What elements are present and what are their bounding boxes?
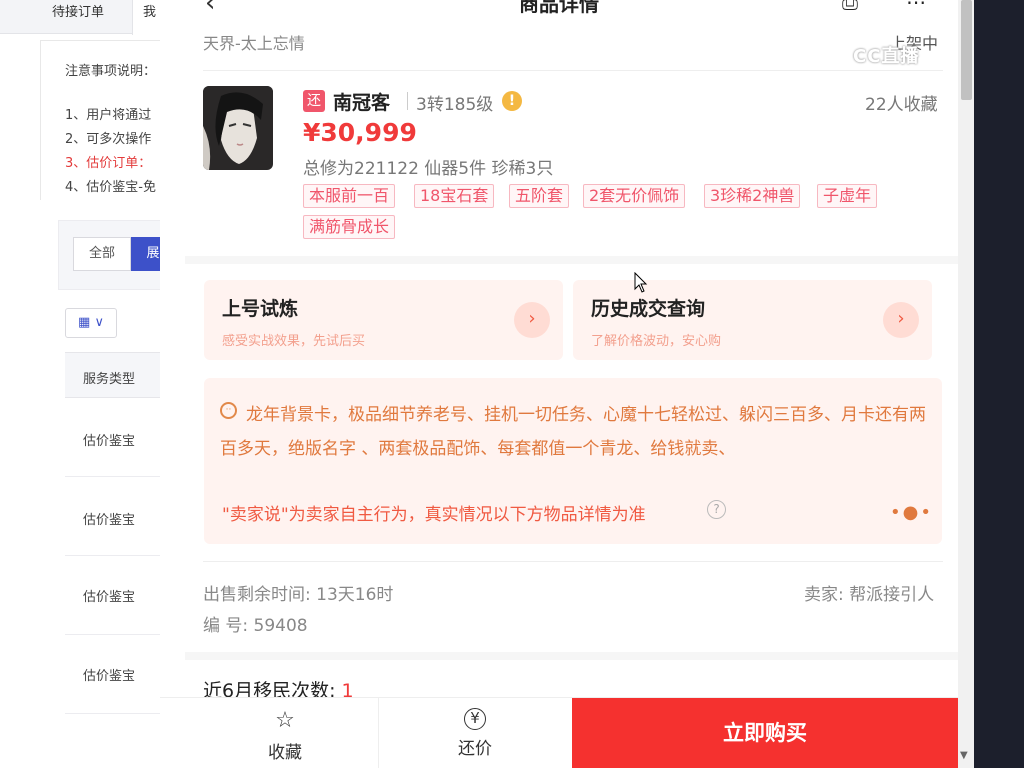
bg-notice-item: 4、估价鉴宝-免 bbox=[65, 180, 156, 195]
separator bbox=[378, 698, 379, 768]
mouse-cursor-icon bbox=[634, 272, 648, 293]
favorite-button[interactable]: ☆ 收藏 bbox=[240, 698, 330, 768]
favorite-label: 收藏 bbox=[268, 743, 302, 763]
favorite-count: 22人收藏 bbox=[865, 95, 938, 115]
rebate-badge: 还 bbox=[303, 90, 325, 112]
star-icon: ☆ bbox=[275, 708, 295, 733]
chevron-right-icon[interactable]: › bbox=[883, 302, 919, 338]
bg-cell: 估价鉴宝 bbox=[83, 669, 136, 684]
character-avatar bbox=[203, 86, 273, 170]
history-card-title: 历史成交查询 bbox=[591, 298, 706, 320]
feature-tag: 18宝石套 bbox=[414, 184, 495, 208]
chevron-right-icon[interactable]: › bbox=[514, 302, 550, 338]
bargain-label: 还价 bbox=[458, 739, 492, 759]
share-icon[interactable]: ⎙ bbox=[842, 0, 858, 14]
product-detail-modal: ‹ 商品详情 ⎙ ⋯ 天界-太上忘情 上架中 CC直播 还 南冠客 3转185级… bbox=[160, 0, 974, 768]
more-icon[interactable]: ⋯ bbox=[906, 0, 926, 14]
section-divider bbox=[185, 256, 958, 264]
buy-now-button[interactable]: 立即购买 bbox=[572, 698, 958, 768]
seller-says-box: ·· 龙年背景卡，极品细节养老号、挂机一切任务、心魔十七轻松过、躲闪三百多、月卡… bbox=[204, 378, 942, 544]
background-tab-bar: 待接订单 我 bbox=[0, 0, 175, 36]
seller-name: 卖家: 帮派接引人 bbox=[804, 585, 935, 605]
character-stats: 总修为221122 仙器5件 珍稀3只 bbox=[303, 159, 554, 179]
trial-card[interactable]: 上号试炼 感受实战效果，先试后买 › bbox=[204, 280, 563, 360]
modal-header: ‹ 商品详情 ⎙ ⋯ bbox=[160, 0, 958, 20]
price: ¥30,999 bbox=[303, 118, 417, 147]
bg-notice-title: 注意事项说明： bbox=[65, 64, 157, 79]
bg-notice-item: 1、用户将通过 bbox=[65, 108, 152, 123]
bg-column-header: 服务类型 bbox=[83, 372, 136, 387]
yen-coin-icon: ¥ bbox=[464, 708, 486, 730]
seller-disclaimer: "卖家说"为卖家自主行为，真实情况以下方物品详情为准 bbox=[222, 505, 646, 525]
feature-tag: 五阶套 bbox=[509, 184, 570, 208]
server-name: 天界-太上忘情 bbox=[203, 34, 305, 53]
bottom-action-bar: ☆ 收藏 ¥ 还价 立即购买 bbox=[160, 697, 958, 768]
history-price-card[interactable]: 历史成交查询 了解价格波动，安心购 › bbox=[573, 280, 932, 360]
trial-card-subtitle: 感受实战效果，先试后买 bbox=[222, 334, 366, 349]
stream-watermark: CC直播 bbox=[853, 46, 920, 67]
bg-cell: 估价鉴宝 bbox=[83, 513, 136, 528]
bg-table-row: 估价鉴宝 bbox=[65, 477, 175, 556]
bg-notice-item: 3、估价订单： bbox=[65, 156, 152, 171]
feature-tag: 2套无价佩饰 bbox=[583, 184, 686, 208]
background-admin-page: 待接订单 我 注意事项说明： 1、用户将通过 2、可多次操作 3、估价订单： 4… bbox=[0, 0, 175, 768]
bg-cell: 估价鉴宝 bbox=[83, 434, 136, 449]
remaining-time: 出售剩余时间: 13天16时 bbox=[203, 585, 394, 605]
bg-notice-item: 2、可多次操作 bbox=[65, 132, 152, 147]
character-level: 3转185级 bbox=[416, 95, 494, 115]
feature-tag: 子虚年 bbox=[817, 184, 878, 208]
bargain-button[interactable]: ¥ 还价 bbox=[430, 698, 520, 768]
trial-card-title: 上号试炼 bbox=[222, 298, 299, 320]
bg-table-row: 估价鉴宝 bbox=[65, 398, 175, 477]
separator bbox=[407, 92, 408, 110]
scroll-down-icon[interactable]: ▼ bbox=[960, 750, 968, 761]
character-name: 南冠客 bbox=[333, 92, 391, 114]
history-card-subtitle: 了解价格波动，安心购 bbox=[591, 334, 722, 349]
carousel-dots-icon: •●• bbox=[890, 502, 933, 523]
character-portrait-image bbox=[203, 86, 273, 170]
screen: 待接订单 我 注意事项说明： 1、用户将通过 2、可多次操作 3、估价订单： 4… bbox=[0, 0, 1024, 768]
scrollbar[interactable] bbox=[958, 0, 974, 768]
seller-description: 龙年背景卡，极品细节养老号、挂机一切任务、心魔十七轻松过、躲闪三百多、月卡还有两… bbox=[220, 405, 926, 459]
listing-number: 编 号: 59408 bbox=[203, 616, 308, 636]
feature-tag: 满筋骨成长 bbox=[303, 215, 396, 239]
bg-cell: 估价鉴宝 bbox=[83, 590, 136, 605]
help-icon[interactable]: ? bbox=[707, 500, 726, 519]
bg-table-header: 服务类型 bbox=[65, 352, 175, 398]
divider bbox=[203, 70, 943, 71]
warning-icon[interactable]: ! bbox=[502, 91, 522, 111]
divider bbox=[203, 561, 943, 562]
section-divider bbox=[185, 652, 958, 660]
scrollbar-thumb[interactable] bbox=[961, 0, 972, 100]
bg-tab-pending-orders[interactable]: 待接订单 bbox=[52, 2, 104, 36]
bg-table-row: 估价鉴宝 bbox=[65, 635, 175, 714]
feature-tag: 3珍稀2神兽 bbox=[704, 184, 801, 208]
page-title: 商品详情 bbox=[519, 0, 599, 16]
bg-grid-toggle-icon[interactable]: ▦ ∨ bbox=[65, 308, 117, 338]
feature-tag: 本服前一百 bbox=[303, 184, 396, 208]
bg-table-row: 估价鉴宝 bbox=[65, 556, 175, 635]
bg-filter-all-button[interactable]: 全部 bbox=[73, 237, 131, 271]
